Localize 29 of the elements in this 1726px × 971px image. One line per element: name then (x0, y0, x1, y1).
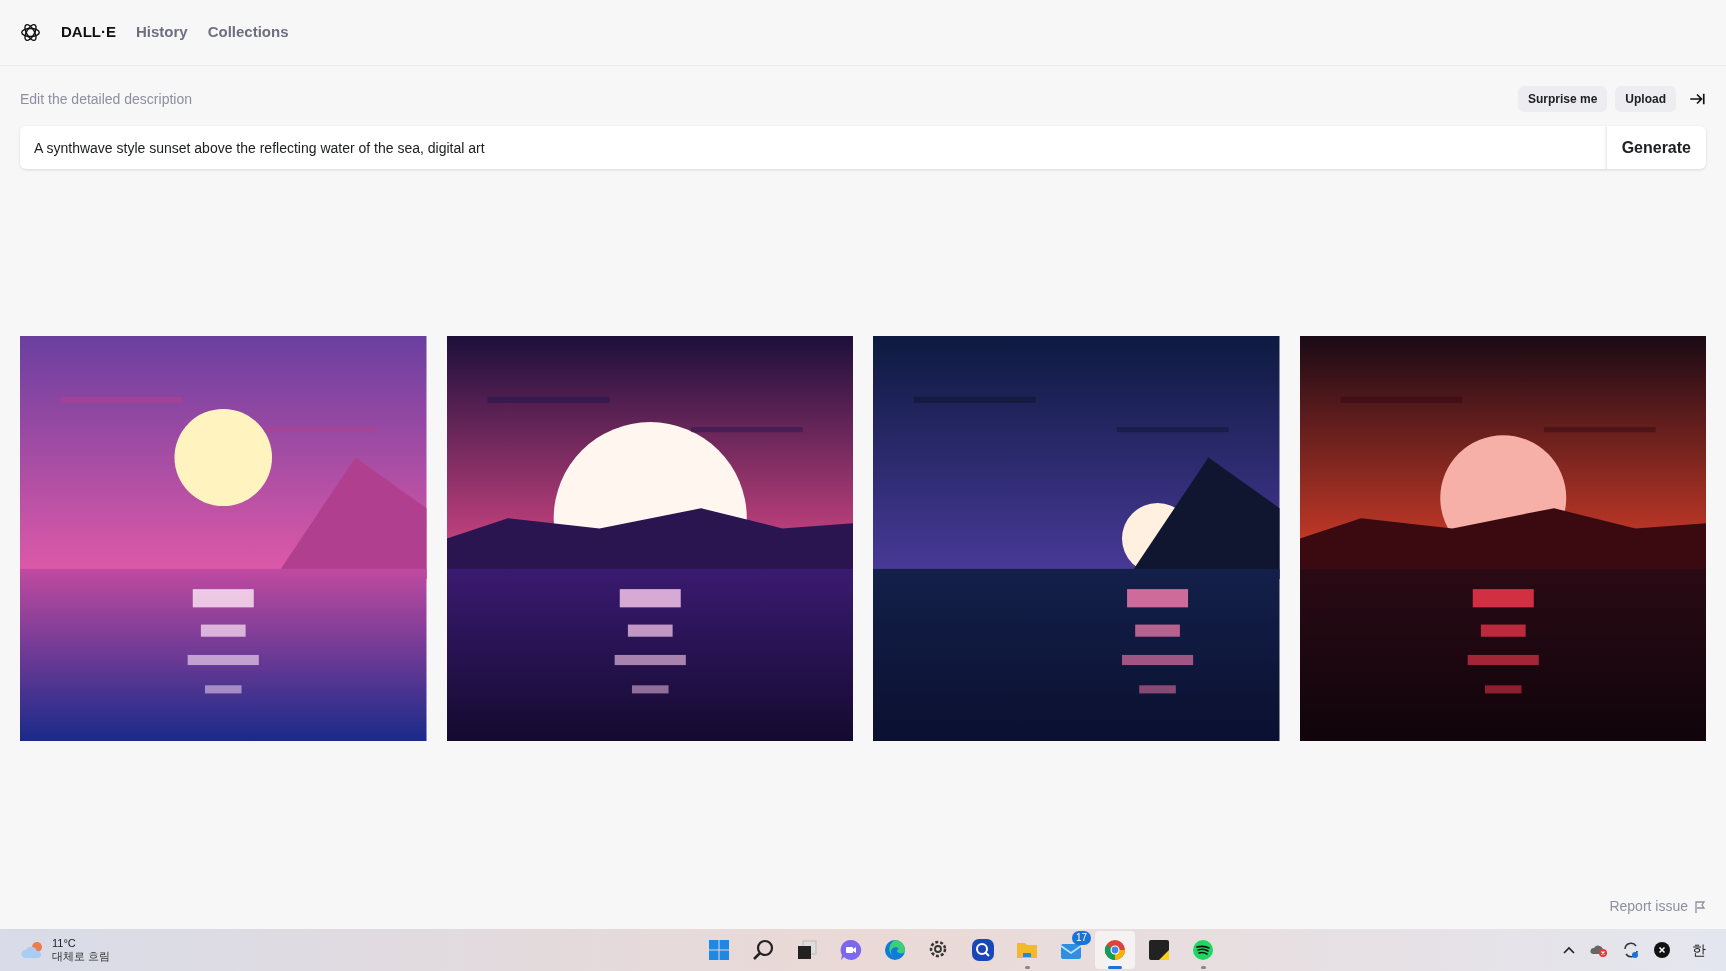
prompt-input[interactable]: A synthwave style sunset above the reflecting water of the sea, digital art (20, 126, 1606, 169)
close-circle-icon[interactable] (1654, 942, 1670, 958)
input-method-indicator[interactable]: 한 (1692, 939, 1706, 961)
logo-icon[interactable] (20, 22, 41, 43)
flag-icon (1694, 900, 1706, 913)
weather-temp: 11°C (52, 937, 77, 950)
weather-condition: 대체로 흐림 (52, 950, 111, 963)
music-app-icon (1191, 938, 1215, 962)
generate-button[interactable]: Generate (1605, 126, 1706, 169)
running-indicator (1024, 966, 1030, 969)
prompt-label: Edit the detailed description (20, 89, 192, 109)
notification-badge: 17 (1071, 931, 1091, 945)
sticky-note-icon (1147, 938, 1171, 962)
magnifier-badge-icon (971, 938, 995, 962)
video-chat-icon (839, 938, 863, 962)
prompt-button[interactable]: Upload (1615, 86, 1676, 112)
search-icon (751, 938, 775, 962)
brand-link[interactable]: DALL·E (61, 21, 116, 44)
prompt-button[interactable]: Surprise me (1517, 86, 1608, 112)
running-indicator (1108, 966, 1122, 969)
wave-circle-icon (883, 938, 907, 962)
running-indicator (1200, 966, 1206, 969)
nav-link[interactable]: History (136, 21, 188, 44)
nav-link[interactable]: Collections (207, 21, 289, 44)
sync-icon[interactable] (1622, 941, 1640, 959)
taskbar-app[interactable]: 17 (1051, 931, 1091, 969)
windows-logo-icon (707, 938, 731, 962)
stacked-windows-icon (795, 938, 819, 962)
browser-icon (1103, 938, 1127, 962)
